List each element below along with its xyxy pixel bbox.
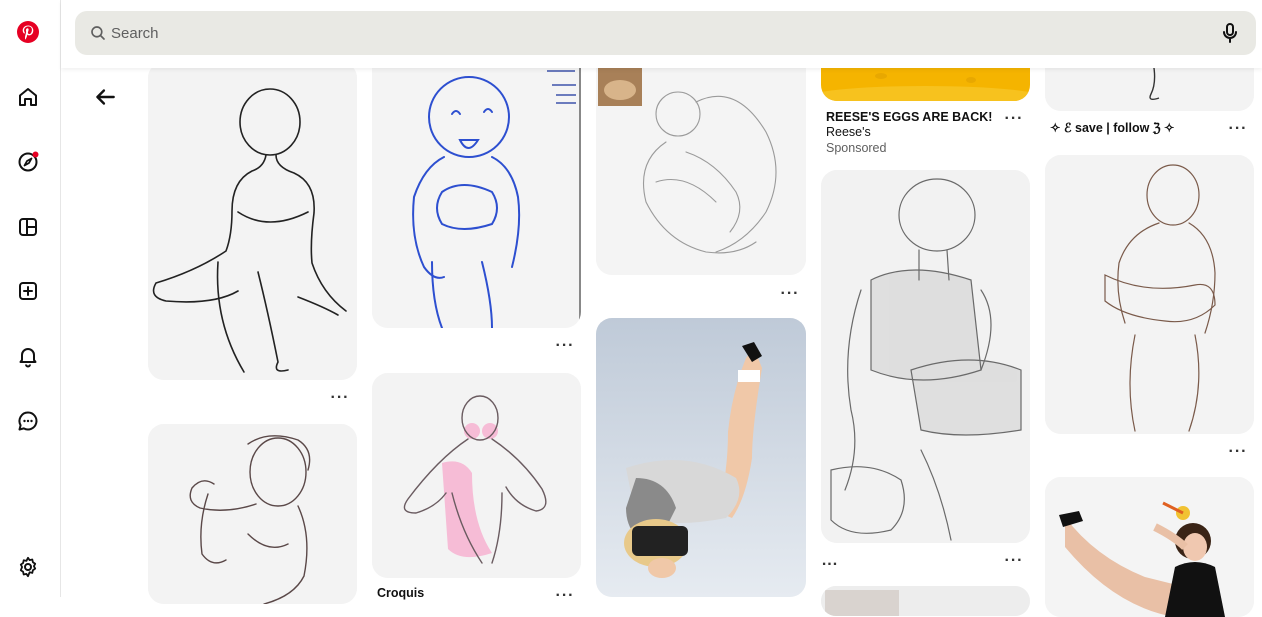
- pinterest-logo-icon: [17, 21, 39, 43]
- pin-photo-pose[interactable]: [596, 318, 806, 597]
- sidebar: [0, 0, 61, 597]
- pin-mannequin-sketch[interactable]: [821, 170, 1030, 543]
- photo-image: [821, 586, 1030, 616]
- search-input[interactable]: [111, 11, 1191, 55]
- arrow-left-icon: [96, 89, 115, 105]
- sketch-image: [372, 62, 581, 328]
- pin-outstretched-sketch[interactable]: [1045, 155, 1254, 434]
- sketch-image: [148, 62, 357, 380]
- sketch-image: [1045, 62, 1254, 111]
- chat-icon: [18, 411, 38, 431]
- photo-image: [1045, 477, 1254, 617]
- pin-advertiser[interactable]: Reese's: [826, 125, 871, 139]
- search-icon: [91, 26, 105, 40]
- sketch-image: [596, 62, 806, 275]
- microphone-icon[interactable]: [1218, 21, 1242, 45]
- pin-title: REESE'S EGGS ARE BACK!: [826, 110, 993, 124]
- compass-icon: [18, 151, 39, 172]
- pin-more-button[interactable]: ···: [328, 390, 352, 406]
- pin-curled-sketch[interactable]: [596, 62, 806, 275]
- settings-button[interactable]: [8, 547, 48, 587]
- pin-more-button[interactable]: ···: [553, 588, 577, 604]
- pin-more-button[interactable]: ···: [1002, 111, 1026, 127]
- sketch-image: [821, 170, 1030, 543]
- explore-button[interactable]: [8, 142, 48, 182]
- sponsored-label: Sponsored: [826, 141, 887, 155]
- pin-sitting-sketch[interactable]: [148, 62, 357, 380]
- sketch-image: [148, 424, 357, 604]
- pin-short-more[interactable]: ...: [818, 553, 842, 569]
- bell-icon: [19, 348, 37, 368]
- pin-more-button[interactable]: ···: [1226, 444, 1250, 460]
- pin-title: ✧ ℰ save | follow ℨ ✧: [1050, 121, 1175, 135]
- home-icon: [19, 88, 37, 106]
- pin-more-button[interactable]: ···: [778, 286, 802, 302]
- create-button[interactable]: [8, 271, 48, 311]
- pin-next[interactable]: [821, 586, 1030, 616]
- search-bar[interactable]: [75, 11, 1256, 55]
- header: [61, 0, 1262, 68]
- boards-button[interactable]: [8, 207, 48, 247]
- pinterest-logo[interactable]: [8, 12, 48, 52]
- plus-icon: [19, 282, 37, 300]
- pin-title: Croquis: [377, 586, 425, 600]
- photo-image: [596, 318, 806, 597]
- sketch-image: [1045, 155, 1254, 434]
- pin-more-button[interactable]: ···: [1226, 121, 1250, 137]
- pin-more-button[interactable]: ···: [1002, 553, 1026, 569]
- notifications-button[interactable]: [8, 336, 48, 376]
- gear-icon: [19, 556, 37, 578]
- messages-button[interactable]: [8, 401, 48, 441]
- pin-reaching-sketch[interactable]: [148, 424, 357, 604]
- pin-blue-sketch[interactable]: [372, 62, 581, 328]
- pin-more-button[interactable]: ···: [553, 338, 577, 354]
- pin-legs-sketch[interactable]: [1045, 62, 1254, 111]
- home-button[interactable]: [8, 77, 48, 117]
- sketch-image: [372, 373, 581, 578]
- boards-icon: [19, 218, 37, 236]
- back-button[interactable]: [88, 80, 122, 114]
- pin-croquis-sketch[interactable]: [372, 373, 581, 578]
- pin-photo-woman[interactable]: [1045, 477, 1254, 617]
